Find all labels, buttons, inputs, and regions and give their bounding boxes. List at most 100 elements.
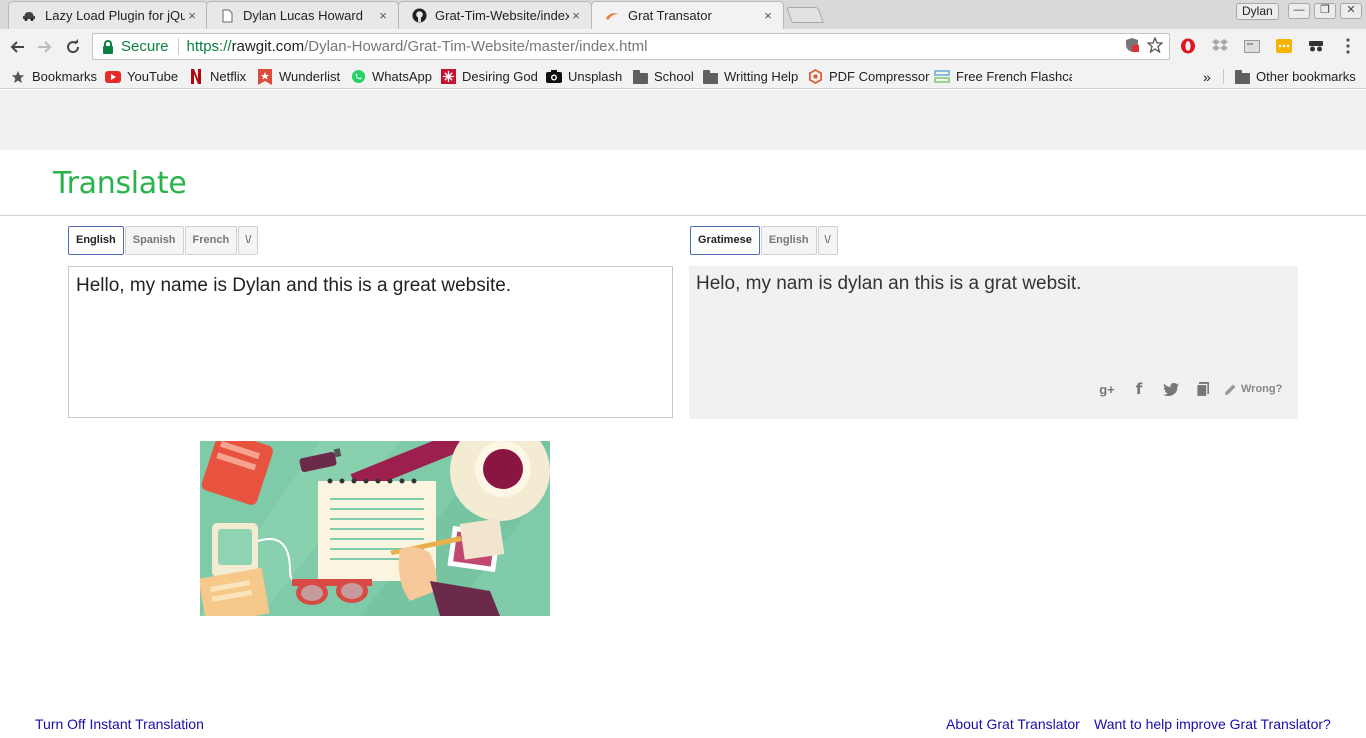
restore-button[interactable]: ❐	[1314, 3, 1336, 19]
source-lang-english[interactable]: English	[68, 226, 124, 255]
window-close-button[interactable]: ✕	[1340, 3, 1362, 19]
netflix-icon	[188, 69, 204, 85]
star-icon	[10, 69, 26, 85]
bookmark-label: Unsplash	[568, 69, 623, 84]
bookmark-label: Desiring God	[462, 69, 538, 84]
divider	[0, 215, 1366, 216]
star-icon[interactable]	[1147, 37, 1163, 53]
document-icon	[219, 8, 235, 24]
flashcard-icon	[934, 69, 950, 85]
twitter-icon	[1163, 382, 1179, 396]
tab-github[interactable]: Grat-Tim-Website/index ×	[398, 1, 592, 29]
pencil-icon	[1225, 384, 1236, 395]
tab-lazy-load[interactable]: Lazy Load Plugin for jQu ×	[8, 1, 208, 29]
header-banner	[0, 90, 1366, 150]
browser-toolbar: Secure https://rawgit.com/Dylan-Howard/G…	[0, 29, 1366, 64]
copy-button[interactable]	[1192, 378, 1214, 400]
swoosh-icon	[604, 8, 620, 24]
bookmark-label: WhatsApp	[372, 69, 432, 84]
bookmark-folder-writting-help[interactable]: Writting Help	[702, 67, 798, 86]
bookmark-label: Free French Flashcar	[956, 69, 1072, 84]
source-language-bar: English Spanish French \/	[68, 226, 259, 255]
dropbox-icon[interactable]	[1210, 36, 1230, 56]
bookmarks-bar: Bookmarks YouTube Netflix Wunderlist Wha…	[0, 64, 1366, 89]
source-lang-spanish[interactable]: Spanish	[124, 226, 184, 255]
forward-arrow-icon	[38, 41, 52, 53]
back-button[interactable]	[6, 36, 28, 58]
reload-button[interactable]	[62, 36, 84, 58]
facebook-share-button[interactable]: f	[1128, 378, 1150, 400]
menu-icon[interactable]	[1338, 36, 1358, 56]
facebook-icon: f	[1135, 380, 1143, 398]
url-scheme: https://	[186, 38, 232, 55]
bookmarks-overflow-button[interactable]: »	[1203, 67, 1211, 86]
wrong-button[interactable]: Wrong?	[1224, 383, 1282, 396]
tab-grat-transator[interactable]: Grat Transator ×	[591, 1, 784, 29]
bookmark-netflix[interactable]: Netflix	[188, 67, 246, 86]
target-lang-english[interactable]: English	[760, 226, 817, 255]
instant-translation-toggle-link[interactable]: Turn Off Instant Translation	[35, 716, 204, 732]
google-plus-share-button[interactable]: g+	[1096, 378, 1118, 400]
source-lang-dropdown[interactable]: \/	[238, 226, 259, 255]
bookmark-label: School	[654, 69, 694, 84]
blocked-content-icon[interactable]	[1125, 37, 1139, 53]
bookmark-label: YouTube	[127, 69, 179, 84]
car-icon	[21, 8, 37, 24]
bookmark-label: Netflix	[210, 69, 247, 84]
minimize-button[interactable]: —	[1288, 3, 1310, 19]
bookmark-pdf-compressor[interactable]: PDF Compressor	[807, 67, 929, 86]
bookmark-label: PDF Compressor	[829, 69, 930, 84]
incognito-extension-icon[interactable]	[1306, 36, 1326, 56]
secure-label: Secure	[121, 38, 179, 55]
close-icon[interactable]: ×	[569, 8, 583, 23]
screenshot-extension-icon[interactable]	[1242, 36, 1262, 56]
about-link[interactable]: About Grat Translator	[946, 716, 1080, 732]
bookmark-other-bookmarks[interactable]: Other bookmarks	[1234, 67, 1356, 86]
tab-title: Grat Transator	[628, 8, 712, 23]
desk-illustration	[200, 441, 550, 616]
target-lang-gratimese[interactable]: Gratimese	[690, 226, 760, 255]
bookmark-label: Other bookmarks	[1256, 69, 1356, 84]
translation-tools: g+ f Wrong?	[1096, 378, 1282, 400]
tab-title: Lazy Load Plugin for jQu	[45, 8, 185, 23]
help-improve-link[interactable]: Want to help improve Grat Translator?	[1094, 716, 1331, 732]
url-host: rawgit.com	[231, 38, 305, 55]
pdf-compressor-icon	[807, 69, 823, 85]
bookmark-youtube[interactable]: YouTube	[105, 67, 178, 86]
keep-extension-icon[interactable]	[1274, 36, 1294, 56]
page-title: Translate	[53, 166, 187, 201]
bookmark-label: Bookmarks	[32, 69, 98, 84]
folder-icon	[702, 69, 718, 85]
bookmark-folder-school[interactable]: School	[632, 67, 694, 86]
back-arrow-icon	[10, 41, 24, 53]
desiring-god-icon	[440, 69, 456, 85]
bookmark-unsplash[interactable]: Unsplash	[546, 67, 622, 86]
opera-icon[interactable]	[1178, 36, 1198, 56]
new-tab-button[interactable]	[786, 7, 824, 23]
twitter-share-button[interactable]	[1160, 378, 1182, 400]
page-content: Translate English Spanish French \/ Grat…	[0, 90, 1366, 738]
tab-title: Grat-Tim-Website/index	[435, 8, 569, 23]
profile-button[interactable]: Dylan	[1236, 3, 1279, 20]
close-icon[interactable]: ×	[376, 8, 390, 23]
target-language-bar: Gratimese English \/	[690, 226, 839, 255]
bookmark-label: Writting Help	[724, 69, 799, 84]
bookmark-desiring-god[interactable]: Desiring God	[440, 67, 538, 86]
target-lang-dropdown[interactable]: \/	[817, 226, 838, 255]
bookmark-bookmarks[interactable]: Bookmarks	[10, 67, 97, 86]
youtube-icon	[105, 69, 121, 85]
bookmark-whatsapp[interactable]: WhatsApp	[350, 67, 432, 86]
forward-button[interactable]	[34, 36, 56, 58]
bookmark-free-french-flashcards[interactable]: Free French Flashcar	[934, 67, 1072, 86]
reload-icon	[67, 39, 80, 54]
close-icon[interactable]: ×	[185, 8, 199, 23]
close-icon[interactable]: ×	[761, 8, 775, 23]
address-bar[interactable]: Secure https://rawgit.com/Dylan-Howard/G…	[92, 33, 1170, 60]
source-text-input[interactable]: Hello, my name is Dylan and this is a gr…	[68, 266, 673, 418]
tab-strip: Lazy Load Plugin for jQu × Dylan Lucas H…	[0, 0, 1366, 29]
source-lang-french[interactable]: French	[184, 226, 238, 255]
bookmark-label: Wunderlist	[279, 69, 341, 84]
bookmark-wunderlist[interactable]: Wunderlist	[257, 67, 340, 86]
url-path: /Dylan-Howard/Grat-Tim-Website/master/in…	[304, 38, 648, 55]
tab-dylan-howard[interactable]: Dylan Lucas Howard ×	[206, 1, 399, 29]
